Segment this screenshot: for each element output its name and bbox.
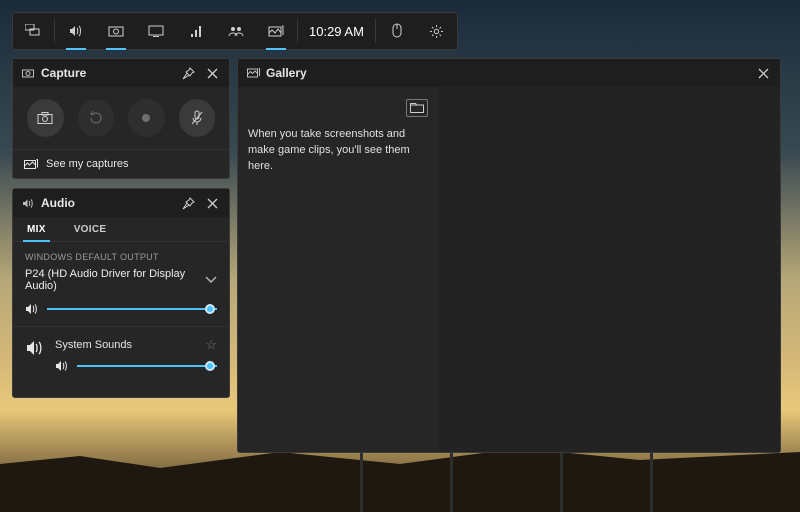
start-recording-button[interactable] [128, 99, 165, 137]
open-folder-button[interactable] [406, 99, 428, 117]
gallery-panel-title: Gallery [266, 66, 307, 80]
capture-toolbar-button[interactable] [96, 12, 136, 50]
close-button[interactable] [754, 64, 772, 82]
pin-button[interactable] [179, 194, 197, 212]
output-device-dropdown[interactable]: P24 (HD Audio Driver for Display Audio) [25, 262, 217, 300]
audio-toolbar-button[interactable] [56, 12, 96, 50]
gallery-panel: Gallery When you take screenshots and ma… [237, 58, 781, 453]
gallery-preview-area [438, 87, 780, 452]
record-dot-icon [142, 114, 150, 122]
gallery-empty-message: When you take screenshots and make game … [248, 127, 428, 175]
see-my-captures-label: See my captures [46, 158, 129, 170]
volume-icon[interactable] [25, 303, 39, 315]
audio-panel: Audio MIX VOICE WINDOWS DEFAULT OUTPUT P… [12, 188, 230, 398]
looking-for-group-button[interactable] [216, 12, 256, 50]
xbox-social-toolbar-button[interactable] [176, 12, 216, 50]
volume-icon[interactable] [55, 360, 69, 372]
settings-toolbar-button[interactable] [417, 12, 457, 50]
see-my-captures-link[interactable]: See my captures [13, 149, 229, 178]
output-device-name: P24 (HD Audio Driver for Display Audio) [25, 268, 205, 292]
system-sounds-label: System Sounds [55, 339, 132, 351]
camera-icon [21, 66, 35, 80]
default-output-label: WINDOWS DEFAULT OUTPUT [25, 252, 217, 262]
gallery-icon [246, 66, 260, 80]
close-button[interactable] [203, 64, 221, 82]
master-volume-slider[interactable] [47, 302, 217, 316]
capture-panel-title: Capture [41, 66, 86, 80]
audio-panel-title: Audio [41, 196, 75, 210]
system-sounds-volume-slider[interactable] [77, 359, 217, 373]
performance-toolbar-button[interactable] [136, 12, 176, 50]
tab-voice[interactable]: VOICE [60, 217, 121, 241]
screenshot-button[interactable] [27, 99, 64, 137]
chevron-down-icon [205, 276, 217, 284]
capture-panel: Capture See my captures [12, 58, 230, 179]
mouse-toolbar-button[interactable] [377, 12, 417, 50]
widgets-menu-button[interactable] [13, 12, 53, 50]
tab-mix[interactable]: MIX [13, 217, 60, 241]
game-bar-toolbar: 10:29 AM [12, 12, 458, 50]
gallery-icon [24, 159, 38, 170]
close-button[interactable] [203, 194, 221, 212]
pin-button[interactable] [179, 64, 197, 82]
gallery-toolbar-button[interactable] [256, 12, 296, 50]
favorite-star-button[interactable]: ☆ [205, 337, 217, 353]
speaker-large-icon [25, 339, 45, 357]
speaker-icon [21, 196, 35, 210]
toolbar-clock: 10:29 AM [299, 24, 374, 39]
record-last-button[interactable] [78, 99, 115, 137]
mic-toggle-button[interactable] [179, 99, 216, 137]
